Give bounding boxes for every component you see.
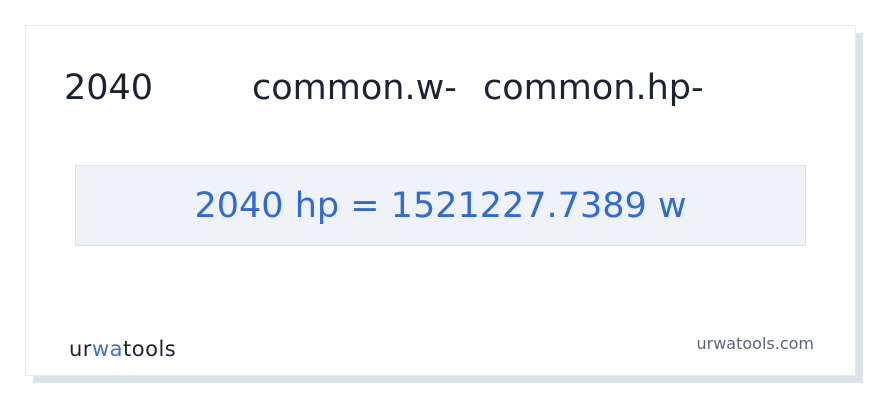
logo-part-4: ls xyxy=(158,337,177,361)
from-unit-label: common.w- xyxy=(252,68,457,108)
result-box: 2040 hp = 1521227.7389 w xyxy=(75,165,806,246)
logo-part-2: wa xyxy=(91,337,123,361)
conversion-result: 2040 hp = 1521227.7389 w xyxy=(194,185,687,226)
to-unit-label: common.hp- xyxy=(483,68,704,108)
input-value: 2040 xyxy=(64,68,154,108)
conversion-header: 2040 common.w- common.hp- xyxy=(0,66,880,110)
logo-part-1: ur xyxy=(69,337,92,361)
logo-part-3: too xyxy=(123,337,159,361)
site-url-link[interactable]: urwatools.com xyxy=(697,334,815,354)
urwatools-logo[interactable]: urwatools xyxy=(69,337,176,361)
